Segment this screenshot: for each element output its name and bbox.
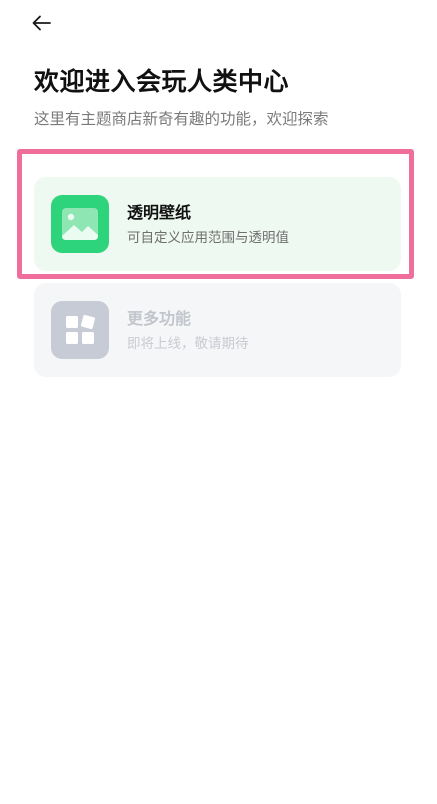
- more-features-card: 更多功能 即将上线，敬请期待: [34, 283, 401, 377]
- card-description: 即将上线，敬请期待: [127, 336, 249, 352]
- transparent-wallpaper-card[interactable]: 透明壁纸 可自定义应用范围与透明值: [34, 177, 401, 271]
- back-arrow-icon: [32, 15, 51, 31]
- back-button[interactable]: [28, 8, 58, 38]
- image-icon: [51, 195, 109, 253]
- card-title: 透明壁纸: [127, 203, 192, 222]
- page-subtitle: 这里有主题商店新奇有趣的功能，欢迎探索: [34, 110, 329, 128]
- widgets-icon: [51, 301, 109, 359]
- page-title: 欢迎进入会玩人类中心: [34, 67, 290, 96]
- card-title: 更多功能: [127, 309, 192, 328]
- card-description: 可自定义应用范围与透明值: [127, 230, 289, 246]
